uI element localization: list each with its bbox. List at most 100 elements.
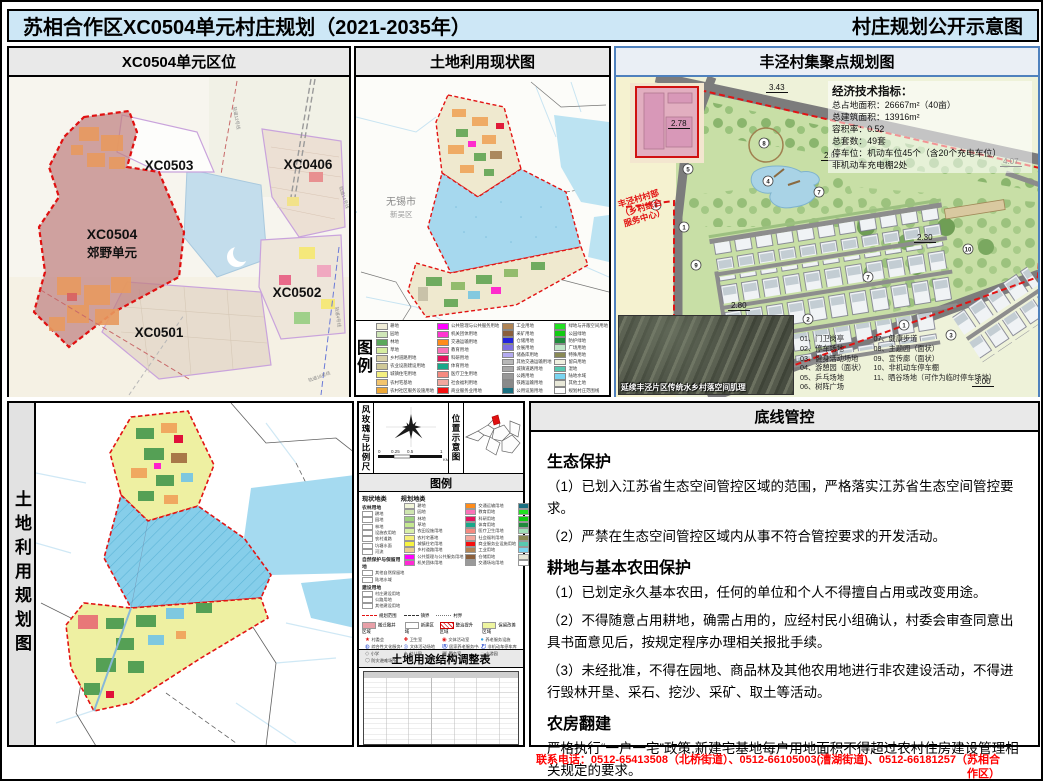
- panel-landuse-plan: 土地利用规划图: [7, 401, 354, 747]
- panel-current-landuse-title: 土地利用现状图: [356, 48, 609, 77]
- current-landuse-map: 无锡市 新吴区 图 例 耕地园地林地草地乡村道路用地农业设施建设用地城镇住宅用地…: [356, 77, 609, 395]
- legend-swatch: [554, 387, 566, 394]
- legend-swatch: [554, 359, 566, 366]
- legend-item: 乡村道路用地: [376, 355, 434, 362]
- panel-current-landuse: 土地利用现状图: [354, 46, 611, 397]
- facility-icon: ◈: [404, 651, 408, 657]
- legend-swatch: [554, 380, 566, 387]
- legend-item: 农业设施建设用地: [376, 363, 434, 370]
- svg-text:10: 10: [965, 247, 972, 253]
- facility-icon: ◍: [365, 644, 370, 650]
- aerial-photo-inset: 延续丰泾片区传统水乡村落空间肌理: [618, 315, 794, 395]
- unit-location-map: 轨道12号线 轨道14号线 轨道4号线 轨道18号线 XC0503 XC0406…: [9, 77, 349, 397]
- facilities-column-1: 01、门卫岗亭02、停车场地03、健身活动场地04、游憩园（面状）05、乒乓场地…: [800, 335, 866, 392]
- indicator-lines: 总占地面积：26667m²（40亩）总建筑面积：13916m²容积率：0.52总…: [832, 99, 1028, 171]
- legend-swatch: [376, 371, 388, 378]
- legend-swatch: [554, 330, 566, 337]
- current-landuse-legend: 图 例 耕地园地林地草地乡村道路用地农业设施建设用地城镇住宅用地农村宅基地农村社…: [356, 320, 609, 395]
- legend-col-plan-head: 规划地类: [401, 494, 426, 503]
- indicator-line: 非机动车充电棚2处: [832, 159, 1028, 171]
- legend-column-1: 耕地园地林地草地乡村道路用地农业设施建设用地城镇住宅用地农村宅基地农村社区服务设…: [374, 321, 435, 395]
- facility-icon: ★: [365, 637, 370, 643]
- facility-item: 04、游憩园（面状）: [800, 364, 866, 373]
- legend-item: 园地: [376, 331, 434, 338]
- facility-item: 02、停车场地: [800, 345, 866, 354]
- legend-swatch: [376, 355, 388, 362]
- facility-icon-item: ◉文体活动室: [442, 637, 479, 644]
- elevation-label: 3.43: [766, 83, 788, 93]
- facility-icon-item: ◇小学: [365, 651, 402, 658]
- facility-item: 05、乒乓场地: [800, 374, 866, 383]
- facility-item: 06、树阵广场: [800, 383, 866, 392]
- facility-item: 09、宣传廊（面状）: [874, 355, 996, 364]
- legend-item: 陆地水域: [554, 373, 608, 380]
- svg-text:0.5: 0.5: [407, 449, 414, 454]
- legend-swatch: [502, 366, 514, 373]
- page-subtitle: 村庄规划公开示意图: [852, 12, 1023, 39]
- facility-icon: ◉: [442, 637, 447, 643]
- legend-item: 河流: [362, 549, 404, 555]
- poster-page: 苏相合作区XC0504单元村庄规划（2021-2035年） 村庄规划公开示意图 …: [0, 0, 1043, 781]
- windrose-icon: 0 0.25 0.5 1 KM: [374, 403, 448, 471]
- windrose-label: 风玫瑰与比例尺: [359, 403, 374, 473]
- special-zones-legend: 搬迁撤并区域 新建区域 整治提升区域 保留改善区域: [362, 622, 520, 635]
- legend-swatch: [437, 363, 449, 370]
- panel-unit-location: XC0504单元区位: [7, 46, 351, 397]
- svg-text:0.25: 0.25: [391, 449, 400, 454]
- facilities-column-2: 07、健康步道08、主题园（面状）09、宣传廊（面状）10、非机动车停车棚11、…: [874, 335, 996, 392]
- facility-icon-item: ◈幼儿园: [404, 651, 441, 658]
- legend-item: 农村宅基地: [376, 379, 434, 386]
- facility-icon: ◌: [481, 651, 484, 657]
- panel-bottomline-title: 底线管控: [531, 403, 1038, 432]
- bottomline-content: 生态保护 （1）已划入江苏省生态空间管控区域的范围，严格落实江苏省生态空间管控要…: [531, 432, 1038, 781]
- legend-item: 农村社区服务设施用地: [376, 387, 434, 394]
- status-legend: 农林用地 耕地园地林地设施农用地农村道路坑塘水面河流 自然保护与保留用地 其他自…: [362, 503, 404, 610]
- facility-icon: ▣: [442, 651, 447, 657]
- indicator-line: 停车位：机动车位45个（含20个充电车位）: [832, 147, 1028, 159]
- location-sketch-label: 位置示意图: [449, 403, 464, 473]
- legend-swatch: [554, 366, 566, 373]
- facility-icon-item: Ⓟ非机动车停车库: [481, 644, 518, 651]
- facility-icon: ✚: [404, 637, 409, 643]
- legend-column-3: 工业用地采矿用地仓储用地会展用地储备库用地其他交通运输用地城镇道路用地公路用地铁…: [500, 321, 552, 395]
- legend-item: 公园绿地: [554, 330, 608, 337]
- label-xc0503: XC0503: [145, 158, 194, 173]
- legend-swatch: [554, 352, 566, 359]
- legend-swatch: [437, 355, 449, 362]
- facility-icon: ●: [481, 637, 484, 643]
- current-landuse-map-svg: 无锡市 新吴区: [356, 77, 609, 323]
- plan-legend-title: 图例: [359, 474, 523, 492]
- rule-paragraph: （1）已划定永久基本农田，任何的单位和个人不得擅自占用或改变用途。: [547, 582, 1022, 604]
- svg-text:1: 1: [440, 449, 443, 454]
- legend-item: 铁路运输用地: [502, 380, 551, 387]
- legend-swatch: [437, 339, 449, 346]
- rule-paragraph: （3）未经批准，不得在园地、商品林及其他农用地进行非农建设活动，不得进行毁林开垦…: [547, 660, 1022, 704]
- elevation-label: 2.78: [668, 119, 690, 129]
- legend-item: 其他交通运输用地: [502, 359, 551, 366]
- economic-indicators: 经济技术指标： 总占地面积：26667m²（40亩）总建筑面积：13916m²容…: [828, 81, 1032, 173]
- legend-swatch: [376, 347, 388, 354]
- facility-icon-item: ◌小游园: [481, 651, 518, 658]
- legend-item: 陆地水域: [362, 576, 404, 582]
- facility-icon-item: ▣警务室: [442, 651, 479, 658]
- legend-swatch: [437, 387, 449, 394]
- village-plan-map: 8 5 4 7 6 1 9 2 7 10 1 3 3.43 2.78 2.65 …: [616, 77, 1038, 397]
- facility-icon: ◎: [404, 644, 409, 650]
- legend-swatch: [376, 363, 388, 370]
- facility-icon: Ⓟ: [481, 644, 487, 650]
- indicators-title: 经济技术指标：: [832, 83, 1028, 99]
- indicator-line: 总占地面积：26667m²（40亩）: [832, 99, 1028, 111]
- legend-swatch: [554, 323, 566, 330]
- landuse-plan-map: [36, 403, 352, 745]
- header-bar: 苏相合作区XC0504单元村庄规划（2021-2035年） 村庄规划公开示意图: [7, 9, 1039, 42]
- legend-title: 图 例: [356, 321, 374, 395]
- facility-icon: ⬡: [365, 658, 370, 664]
- legend-item: 城镇住宅用地: [376, 371, 434, 378]
- label-xc0501: XC0501: [135, 325, 184, 340]
- legend-item: 特殊用地: [554, 352, 608, 359]
- legend-item: 公用设施用地: [502, 387, 551, 394]
- legend-swatch: [554, 337, 566, 344]
- facilities-list: 01、门卫岗亭02、停车场地03、健身活动场地04、游憩园（面状）05、乒乓场地…: [800, 335, 996, 392]
- label-xc0406: XC0406: [284, 157, 333, 172]
- legend-swatch: [502, 344, 514, 351]
